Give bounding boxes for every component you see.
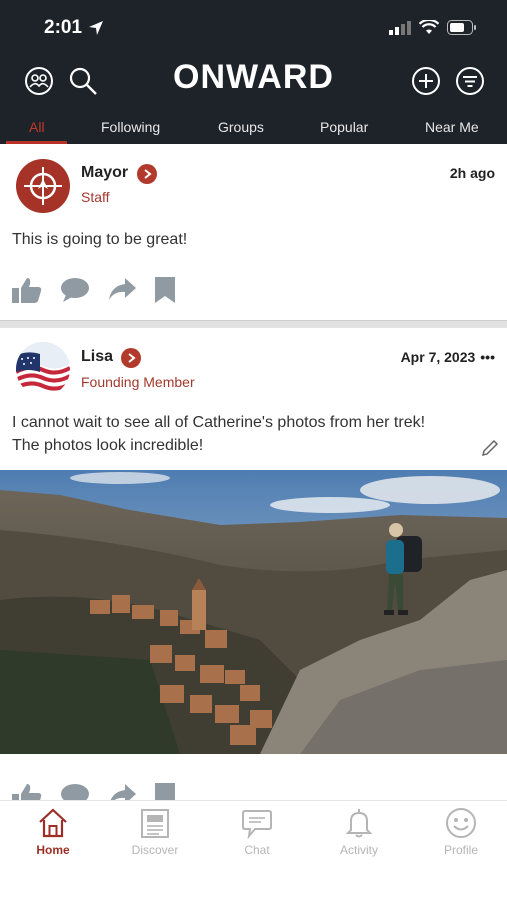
tab-groups[interactable]: Groups (218, 119, 264, 135)
chat-bubble-icon (242, 810, 272, 839)
post-actions (12, 276, 176, 304)
post-photo[interactable] (0, 470, 507, 754)
post-time: 2h ago (449, 165, 495, 181)
tab-following[interactable]: Following (101, 119, 160, 135)
tab-popular[interactable]: Popular (320, 119, 368, 135)
post-divider (0, 320, 507, 328)
tab-near-me[interactable]: Near Me (425, 119, 479, 135)
post-text: This is going to be great! (12, 231, 188, 248)
onward-compass-icon (24, 167, 62, 205)
edit-pencil-icon[interactable] (481, 439, 499, 457)
nav-discover[interactable]: Discover (115, 807, 195, 857)
post-text-line-1: I cannot wait to see all of Catherine's … (12, 414, 426, 431)
app-header: 2:01 ONWARD All Following Groups Popular… (0, 0, 507, 144)
author-role: Founding Member (81, 374, 195, 390)
cellular-signal-icon (389, 20, 411, 35)
bottom-navigation: Home Discover Chat Activity Profile (0, 800, 507, 900)
status-time-text: 2:01 (44, 17, 83, 38)
nav-discover-label: Discover (131, 843, 179, 857)
nav-chat-label: Chat (244, 843, 270, 857)
author-role: Staff (81, 189, 110, 205)
post-meta: Apr 7, 2023 ••• (401, 349, 495, 365)
home-icon (39, 808, 67, 838)
nav-profile[interactable]: Profile (421, 807, 501, 857)
nav-home-label: Home (36, 843, 70, 857)
post-card: Mayor Staff 2h ago This is going to be g… (0, 144, 507, 320)
author-name[interactable]: Lisa (81, 348, 113, 366)
more-options-icon[interactable]: ••• (480, 349, 495, 365)
filter-icon[interactable] (455, 66, 485, 96)
status-indicators (389, 20, 477, 35)
add-post-icon[interactable] (411, 66, 441, 96)
verified-badge-icon (137, 164, 157, 184)
smiley-icon (446, 808, 476, 838)
comment-icon[interactable] (60, 277, 90, 303)
like-icon[interactable] (12, 276, 42, 304)
author-name[interactable]: Mayor (81, 164, 128, 182)
nav-activity-label: Activity (339, 843, 378, 857)
tab-all[interactable]: All (29, 119, 45, 135)
location-arrow-icon (89, 21, 104, 35)
american-flag-icon (16, 342, 70, 396)
post-text-line-2: The photos look incredible! (12, 437, 204, 454)
nav-chat[interactable]: Chat (217, 807, 297, 857)
nav-home[interactable]: Home (13, 807, 93, 857)
hiker-landscape-image (0, 470, 507, 754)
bell-icon (345, 809, 373, 838)
nav-activity[interactable]: Activity (319, 807, 399, 857)
post-time: Apr 7, 2023 (400, 349, 476, 365)
nav-profile-label: Profile (443, 843, 478, 857)
status-time: 2:01 (44, 17, 104, 39)
avatar[interactable] (16, 342, 70, 396)
bookmark-icon[interactable] (154, 277, 176, 303)
battery-icon (447, 20, 476, 35)
wifi-icon (419, 20, 439, 34)
logo-text: ONWARD (173, 58, 334, 96)
verified-badge-icon (121, 348, 141, 368)
share-icon[interactable] (108, 278, 136, 302)
newspaper-icon (141, 809, 169, 838)
feed-tabs: All Following Groups Popular Near Me (0, 113, 507, 144)
avatar[interactable] (16, 159, 70, 213)
